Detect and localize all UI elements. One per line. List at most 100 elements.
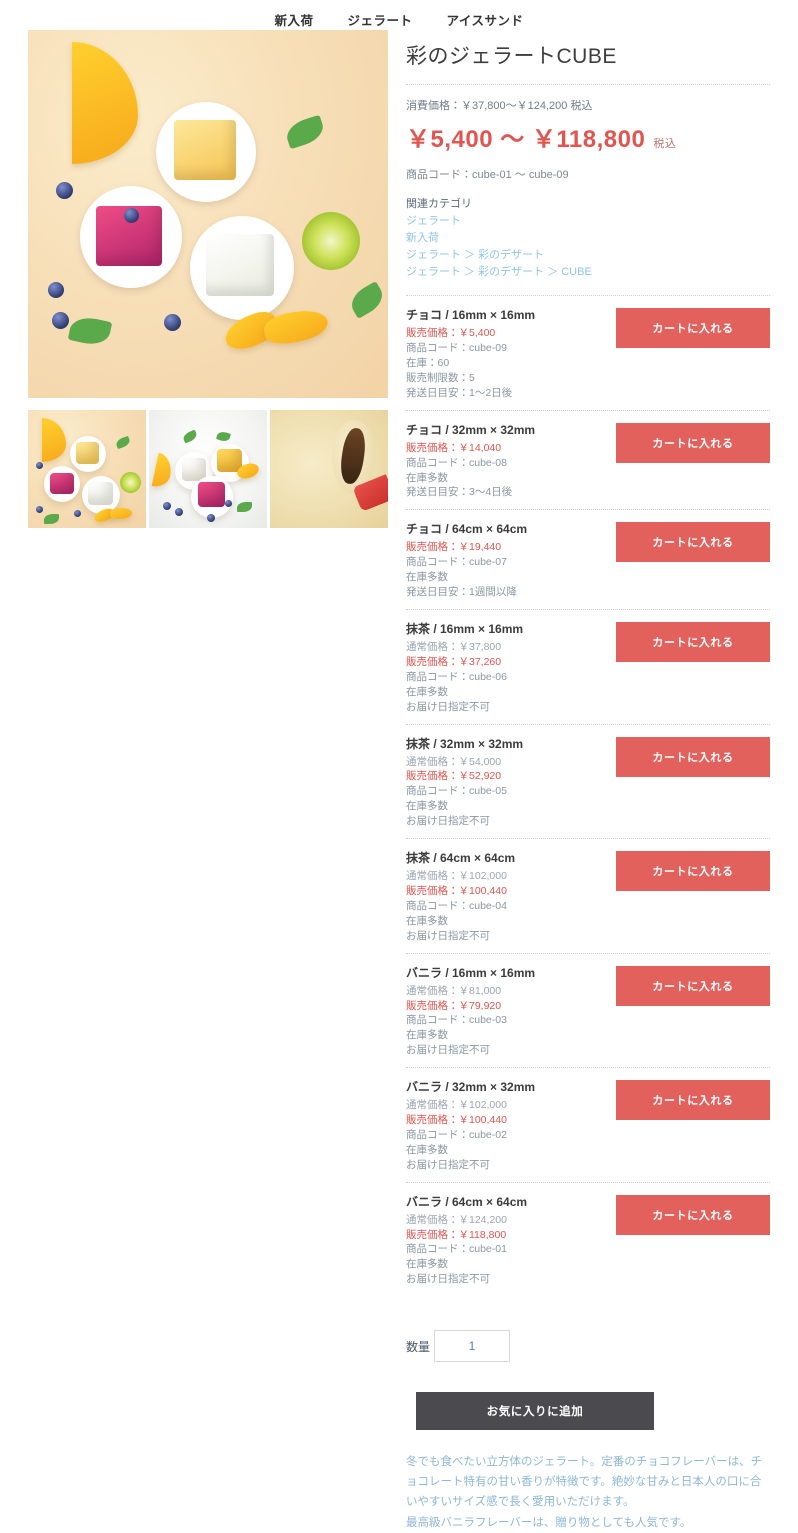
variant-regular-price: 通常価格：￥102,000 bbox=[406, 1099, 507, 1112]
variant-stock: 在庫多数 bbox=[406, 571, 448, 584]
variant-stock: 在庫：60 bbox=[406, 357, 450, 370]
variant-code: 商品コード：cube-07 bbox=[406, 556, 507, 569]
product-page: 彩のジェラートCUBE 消費価格：￥37,800〜￥124,200 税込 ￥5,… bbox=[0, 30, 798, 1533]
variant-code: 商品コード：cube-06 bbox=[406, 670, 507, 683]
quantity-row: 数量 bbox=[406, 1330, 770, 1363]
nav-item-ice-sand[interactable]: アイスサンド bbox=[447, 10, 524, 29]
product-code: 商品コード：cube-01 〜 cube-09 bbox=[406, 169, 569, 181]
variant-code: 商品コード：cube-01 bbox=[406, 1243, 507, 1256]
variant-shipping: 発送日目安：3〜4日後 bbox=[406, 486, 513, 499]
variant-name: バニラ / 32mm × 32mm bbox=[406, 1080, 536, 1095]
variant-sale-price: 販売価格：￥100,440 bbox=[406, 1114, 507, 1127]
variant-regular-price: 通常価格：￥37,800 bbox=[406, 641, 502, 654]
variant-sale-price: 販売価格：￥79,920 bbox=[406, 999, 502, 1012]
thumbnail-2[interactable] bbox=[149, 410, 267, 528]
variant-name: 抹茶 / 32mm × 32mm bbox=[406, 736, 524, 751]
add-to-cart-button[interactable]: カートに入れる bbox=[616, 622, 770, 663]
variant-shipping: お届け日指定不可 bbox=[406, 1273, 490, 1286]
quantity-label: 数量 bbox=[406, 1339, 431, 1354]
variant-sale-price: 販売価格：￥37,260 bbox=[406, 655, 502, 668]
thumbnail-3[interactable] bbox=[270, 410, 388, 528]
quantity-input[interactable] bbox=[434, 1330, 511, 1363]
variant-shipping: お届け日指定不可 bbox=[406, 815, 490, 828]
nav-item-gelato[interactable]: ジェラート bbox=[347, 10, 412, 29]
category-link-dessert[interactable]: ジェラート ＞ 彩のデザート bbox=[406, 247, 770, 264]
variant-sale-price: 販売価格：￥52,920 bbox=[406, 770, 502, 783]
variant-row: バニラ / 32mm × 32mm 通常価格：￥102,000 販売価格：￥10… bbox=[406, 1067, 770, 1182]
variant-info: 抹茶 / 16mm × 16mm 通常価格：￥37,800 販売価格：￥37,2… bbox=[406, 620, 606, 715]
variant-name: バニラ / 16mm × 16mm bbox=[406, 965, 536, 980]
add-to-cart-button[interactable]: カートに入れる bbox=[616, 736, 770, 777]
variant-shipping: お届け日指定不可 bbox=[406, 929, 490, 942]
variant-code: 商品コード：cube-04 bbox=[406, 899, 507, 912]
variant-purchase-limit: 販売制限数：5 bbox=[406, 371, 475, 384]
variant-stock: 在庫多数 bbox=[406, 1143, 448, 1156]
global-nav: 新入荷 ジェラート アイスサンド bbox=[0, 0, 798, 30]
variant-info: バニラ / 32mm × 32mm 通常価格：￥102,000 販売価格：￥10… bbox=[406, 1078, 606, 1173]
variant-sale-price: 販売価格：￥14,040 bbox=[406, 441, 502, 454]
variant-regular-price: 通常価格：￥81,000 bbox=[406, 984, 502, 997]
add-to-cart-button[interactable]: カートに入れる bbox=[616, 851, 770, 892]
variant-code: 商品コード：cube-08 bbox=[406, 456, 507, 469]
category-link-new-arrivals[interactable]: 新入荷 bbox=[406, 230, 770, 247]
category-link-gelato[interactable]: ジェラート bbox=[406, 213, 770, 230]
variant-info: バニラ / 16mm × 16mm 通常価格：￥81,000 販売価格：￥79,… bbox=[406, 964, 606, 1059]
related-categories: 関連カテゴリ ジェラート 新入荷 ジェラート ＞ 彩のデザート ジェラート ＞ … bbox=[406, 196, 770, 281]
sale-price: ￥5,400 〜 ￥118,800 税込 bbox=[406, 119, 770, 154]
variant-sale-price: 販売価格：￥118,800 bbox=[406, 1228, 507, 1241]
page-title: 彩のジェラートCUBE bbox=[406, 45, 617, 68]
nav-item-new-arrivals[interactable]: 新入荷 bbox=[274, 10, 313, 29]
main-product-image[interactable] bbox=[28, 30, 388, 398]
variant-row: 抹茶 / 16mm × 16mm 通常価格：￥37,800 販売価格：￥37,2… bbox=[406, 609, 770, 724]
variant-shipping: 発送日目安：1週間以降 bbox=[406, 586, 517, 599]
related-categories-heading: 関連カテゴリ bbox=[406, 198, 472, 210]
sale-price-value: ￥5,400 〜 ￥118,800 bbox=[406, 126, 646, 153]
variant-name: 抹茶 / 16mm × 16mm bbox=[406, 622, 524, 637]
divider bbox=[406, 84, 770, 85]
variant-info: チョコ / 64cm × 64cm 販売価格：￥19,440 商品コード：cub… bbox=[406, 520, 606, 600]
variant-info: 抹茶 / 64cm × 64cm 通常価格：￥102,000 販売価格：￥100… bbox=[406, 849, 606, 944]
add-to-cart-button[interactable]: カートに入れる bbox=[616, 422, 770, 463]
variant-stock: 在庫多数 bbox=[406, 914, 448, 927]
variant-code: 商品コード：cube-05 bbox=[406, 785, 507, 798]
add-to-cart-button[interactable]: カートに入れる bbox=[616, 1080, 770, 1121]
variant-row: 抹茶 / 32mm × 32mm 通常価格：￥54,000 販売価格：￥52,9… bbox=[406, 723, 770, 839]
add-to-cart-button[interactable]: カートに入れる bbox=[616, 308, 770, 349]
variant-shipping: 発送日目安：1〜2日後 bbox=[406, 386, 513, 399]
variant-stock: 在庫多数 bbox=[406, 471, 448, 484]
variant-row: 抹茶 / 64cm × 64cm 通常価格：￥102,000 販売価格：￥100… bbox=[406, 838, 770, 953]
variant-regular-price: 通常価格：￥124,200 bbox=[406, 1213, 507, 1226]
product-description: 冬でも食べたい立方体のジェラート。定番のチョコフレーバーは、チョコレート特有の甘… bbox=[406, 1452, 770, 1533]
variant-sale-price: 販売価格：￥100,440 bbox=[406, 884, 507, 897]
add-to-cart-button[interactable]: カートに入れる bbox=[616, 522, 770, 563]
variant-regular-price: 通常価格：￥102,000 bbox=[406, 870, 507, 883]
variant-stock: 在庫多数 bbox=[406, 1029, 448, 1042]
variant-sale-price: 販売価格：￥5,400 bbox=[406, 327, 496, 340]
variant-name: バニラ / 64cm × 64cm bbox=[406, 1194, 528, 1209]
variant-code: 商品コード：cube-02 bbox=[406, 1128, 507, 1141]
variant-row: チョコ / 16mm × 16mm 販売価格：￥5,400 商品コード：cube… bbox=[406, 295, 770, 410]
product-gallery bbox=[28, 30, 388, 1533]
variant-stock: 在庫多数 bbox=[406, 1258, 448, 1271]
variant-shipping: お届け日指定不可 bbox=[406, 1044, 490, 1057]
thumbnail-strip bbox=[28, 410, 388, 528]
variant-info: 抹茶 / 32mm × 32mm 通常価格：￥54,000 販売価格：￥52,9… bbox=[406, 735, 606, 830]
add-to-cart-button[interactable]: カートに入れる bbox=[616, 965, 770, 1006]
variant-list: チョコ / 16mm × 16mm 販売価格：￥5,400 商品コード：cube… bbox=[406, 295, 770, 1296]
variant-sale-price: 販売価格：￥19,440 bbox=[406, 541, 502, 554]
variant-row: バニラ / 16mm × 16mm 通常価格：￥81,000 販売価格：￥79,… bbox=[406, 952, 770, 1068]
category-link-cube[interactable]: ジェラート ＞ 彩のデザート ＞ CUBE bbox=[406, 264, 770, 281]
variant-row: バニラ / 64cm × 64cm 通常価格：￥124,200 販売価格：￥11… bbox=[406, 1181, 770, 1297]
regular-price-line: 消費価格：￥37,800〜￥124,200 税込 bbox=[406, 100, 593, 112]
variant-shipping: お届け日指定不可 bbox=[406, 1158, 490, 1171]
description-paragraph-2: 最高級バニラフレーバーは、贈り物としても人気です。 bbox=[406, 1516, 692, 1529]
add-to-cart-button[interactable]: カートに入れる bbox=[616, 1194, 770, 1235]
variant-name: チョコ / 32mm × 32mm bbox=[406, 422, 536, 437]
thumbnail-1[interactable] bbox=[28, 410, 146, 528]
product-details: 彩のジェラートCUBE 消費価格：￥37,800〜￥124,200 税込 ￥5,… bbox=[406, 30, 770, 1533]
variant-row: チョコ / 32mm × 32mm 販売価格：￥14,040 商品コード：cub… bbox=[406, 409, 770, 510]
variant-regular-price: 通常価格：￥54,000 bbox=[406, 755, 502, 768]
variant-code: 商品コード：cube-03 bbox=[406, 1014, 507, 1027]
variant-name: 抹茶 / 64cm × 64cm bbox=[406, 851, 516, 866]
variant-name: チョコ / 64cm × 64cm bbox=[406, 522, 528, 537]
